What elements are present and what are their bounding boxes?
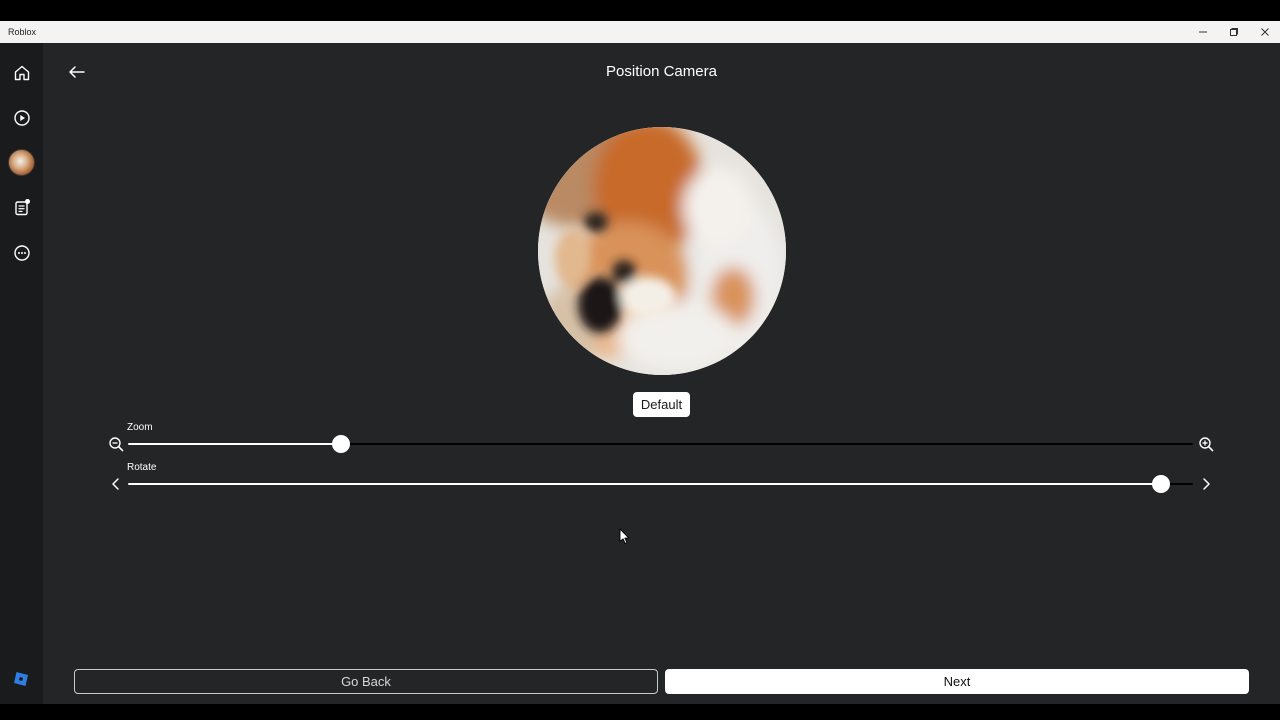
next-button[interactable]: Next — [665, 669, 1249, 694]
chevron-right-icon — [1203, 478, 1210, 490]
mouse-cursor-icon — [619, 528, 630, 544]
rotate-label: Rotate — [127, 462, 157, 473]
default-button[interactable]: Default — [633, 392, 690, 417]
zoom-label: Zoom — [127, 422, 153, 433]
sidebar — [0, 43, 43, 704]
sidebar-item-home[interactable] — [8, 59, 35, 86]
zoom-slider-fill — [128, 443, 341, 445]
avatar-headshot-preview[interactable] — [538, 127, 786, 375]
zoom-out-button[interactable] — [107, 435, 125, 453]
rotate-right-button[interactable] — [1197, 475, 1215, 493]
rotate-left-button[interactable] — [107, 475, 125, 493]
zoom-in-icon — [1199, 437, 1214, 452]
screen-top-bar — [0, 0, 1280, 21]
window-title: Roblox — [8, 27, 37, 37]
close-icon — [1260, 28, 1269, 36]
restore-icon — [1229, 28, 1238, 36]
sidebar-item-discover[interactable] — [8, 104, 35, 131]
avatar-icon — [8, 149, 35, 176]
rotate-slider-fill — [128, 483, 1162, 485]
page-title: Position Camera — [606, 63, 717, 80]
notification-badge — [25, 199, 30, 204]
close-button[interactable] — [1249, 21, 1280, 43]
window-controls — [1187, 21, 1280, 43]
minimize-icon — [1198, 31, 1207, 33]
go-back-button[interactable]: Go Back — [74, 669, 658, 694]
headshot-image — [538, 127, 786, 375]
window-titlebar: Roblox — [0, 21, 1280, 43]
back-button[interactable] — [66, 61, 88, 83]
screen-bottom-bar — [0, 704, 1280, 720]
app-window: Position Camera Default Zoom Rotate Go B… — [0, 43, 1280, 704]
rotate-slider-thumb[interactable] — [1152, 475, 1171, 493]
zoom-slider[interactable] — [128, 435, 1193, 453]
minimize-button[interactable] — [1187, 21, 1218, 43]
sidebar-item-more[interactable] — [8, 239, 35, 266]
arrow-left-icon — [69, 66, 85, 78]
roblox-logo-icon[interactable] — [13, 671, 29, 687]
sidebar-item-notifications[interactable] — [8, 194, 35, 221]
play-icon — [13, 109, 30, 126]
zoom-slider-thumb[interactable] — [332, 435, 350, 453]
chevron-left-icon — [112, 478, 119, 490]
home-icon — [14, 65, 29, 80]
zoom-in-button[interactable] — [1197, 435, 1215, 453]
sidebar-item-avatar[interactable] — [8, 149, 35, 176]
more-icon — [13, 244, 30, 261]
restore-button[interactable] — [1218, 21, 1249, 43]
rotate-slider[interactable] — [128, 475, 1193, 493]
zoom-out-icon — [109, 437, 124, 452]
